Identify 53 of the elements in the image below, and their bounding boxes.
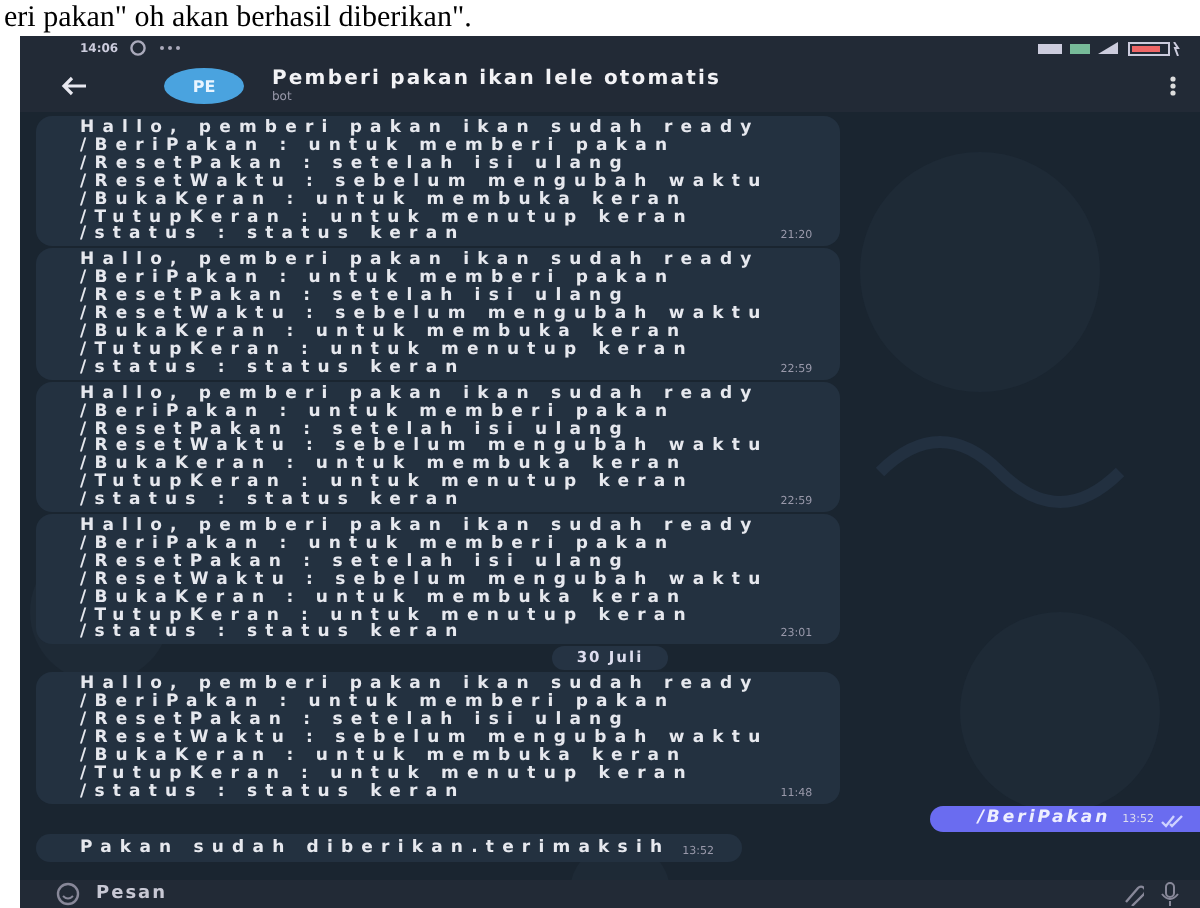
message-text: Hallo, pemberi pakan ikan sudah ready: [80, 385, 762, 404]
message-bar[interactable]: Pesan: [20, 880, 1200, 908]
battery-icon: [1128, 41, 1180, 55]
emoji-icon: [56, 882, 80, 906]
message-text: /BeriPakan: [977, 807, 1111, 830]
message-text: /ResetPakan : setelah isi ulang: [80, 155, 630, 174]
message-text: /BukaKeran : untuk membuka keran: [80, 323, 690, 342]
message-text: /BukaKeran : untuk membuka keran: [80, 748, 690, 766]
message-text: Hallo, pemberi pakan ikan sudah ready: [80, 676, 762, 695]
message-text: /TutupKeran : untuk menutup keran: [80, 765, 696, 784]
message-text: /status : status keran: [80, 226, 466, 245]
message-text: /BukaKeran : untuk membuka keran: [80, 191, 690, 210]
message-text: /ResetPakan : setelah isi ulang: [80, 288, 630, 307]
message-text: /status : status keran: [80, 359, 466, 378]
message-text: Hallo, pemberi pakan ikan sudah ready: [80, 518, 762, 536]
message-text: /TutupKeran : untuk menutup keran: [80, 474, 696, 493]
message-text: /ResetPakan : setelah isi ulang: [80, 421, 630, 439]
message-text: /BeriPakan : untuk memberi pakan: [80, 694, 678, 713]
message-input[interactable]: Pesan: [96, 882, 1104, 906]
message-text: /BukaKeran : untuk membuka keran: [80, 456, 690, 475]
message-text: /ResetPakan : setelah isi ulang: [80, 712, 630, 731]
message-text: /ResetPakan : setelah isi ulang: [80, 553, 630, 572]
message-text: Pakan sudah diberikan.terimaksih: [80, 837, 671, 860]
message-text: /TutupKeran : untuk menutup keran: [80, 209, 696, 227]
message-text: /BukaKeran : untuk membuka keran: [80, 589, 690, 608]
message-text: /status : status keran: [80, 783, 466, 802]
more-icon: [158, 44, 183, 52]
message-text: Hallo, pemberi pakan ikan sudah ready: [80, 252, 762, 271]
chat-title: Pemberi pakan ikan lele otomatis: [272, 68, 724, 90]
message-text: /status : status keran: [80, 492, 468, 511]
message-text: /ResetWaktu : sebelum mengubah waktu: [80, 306, 769, 324]
menu-button[interactable]: [1166, 72, 1180, 100]
back-button[interactable]: [56, 72, 92, 100]
message-text: /ResetWaktu : sebelum mengubah waktu: [80, 173, 769, 192]
message-text: /BeriPakan : untuk memberi pakan: [80, 270, 678, 289]
document-text: eri pakan" oh akan berhasil diberikan".: [4, 0, 474, 36]
microphone-icon: [1160, 882, 1180, 906]
message-text: Hallo, pemberi pakan ikan sudah ready: [80, 120, 762, 138]
message-text: /ResetWaktu : sebelum mengubah waktu: [80, 571, 769, 590]
message-text: /TutupKeran : untuk menutup keran: [80, 607, 696, 625]
paperclip-icon: [1120, 882, 1144, 906]
notification-icon: [128, 40, 149, 56]
message-text: /status : status keran: [80, 624, 466, 643]
message-text: /BeriPakan : untuk memberi pakan: [80, 137, 676, 156]
avatar: PE: [164, 68, 244, 104]
message-text: /BeriPakan : untuk memberi pakan: [80, 535, 676, 554]
message-text: /ResetWaktu : sebelum mengubah waktu: [80, 730, 769, 748]
message-text: /ResetWaktu : sebelum mengubah waktu: [80, 438, 769, 457]
back-arrow-icon: [60, 76, 88, 96]
menu-icon: [1170, 76, 1176, 96]
message-text: /BeriPakan : untuk memberi pakan: [80, 403, 676, 421]
signal-icon: [1038, 41, 1118, 55]
message-text: /TutupKeran : untuk menutup keran: [80, 341, 696, 360]
